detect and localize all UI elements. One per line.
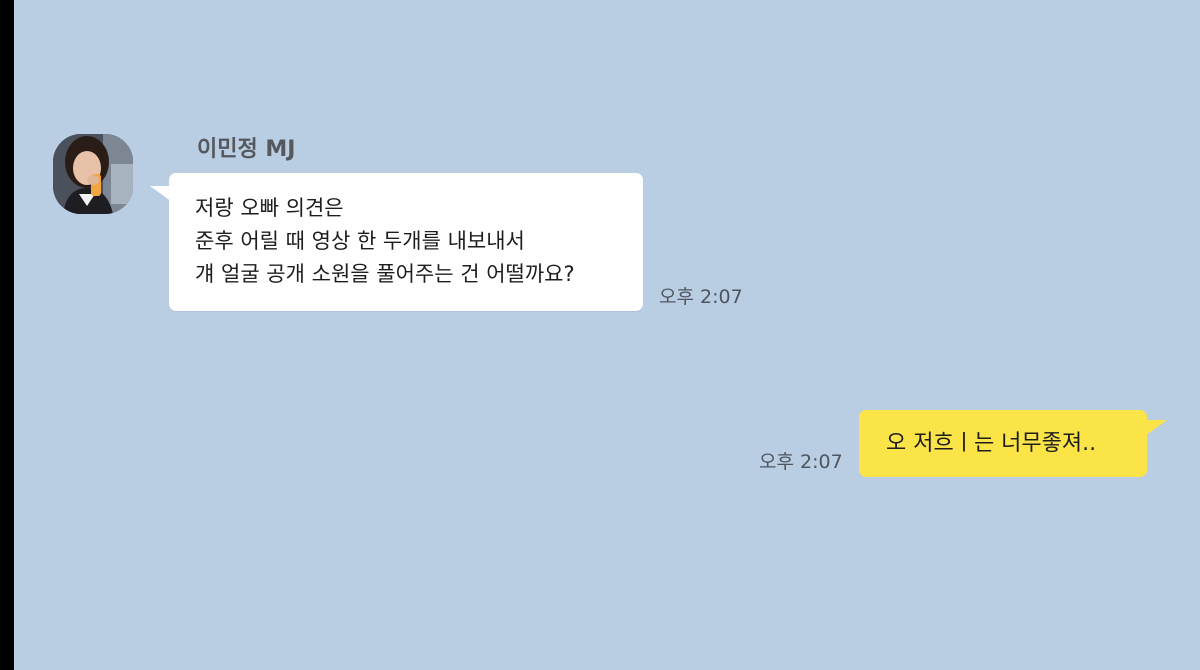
incoming-message-line: 저랑 오빠 의견은 [195, 196, 344, 220]
outgoing-message-time: 오후 2:07 [759, 451, 843, 473]
incoming-message-line: 준후 어릴 때 영상 한 두개를 내보내서 [195, 229, 525, 253]
incoming-message-time: 오후 2:07 [659, 286, 743, 308]
left-edge-bar [0, 0, 14, 670]
profile-photo-icon [53, 134, 133, 214]
sender-avatar[interactable] [53, 134, 133, 214]
outgoing-message-bubble[interactable]: 오 저흐ㅣ는 너무좋져.. [859, 410, 1147, 477]
outgoing-bubble-tail [1145, 420, 1167, 436]
incoming-message-text: 저랑 오빠 의견은 준후 어릴 때 영상 한 두개를 내보내서 걔 얼굴 공개 … [195, 192, 575, 291]
chat-area[interactable] [14, 0, 1200, 670]
incoming-message-bubble[interactable]: 저랑 오빠 의견은 준후 어릴 때 영상 한 두개를 내보내서 걔 얼굴 공개 … [169, 173, 643, 311]
incoming-message-line: 걔 얼굴 공개 소원을 풀어주는 건 어떨까요? [195, 262, 575, 286]
outgoing-message-text: 오 저흐ㅣ는 너무좋져.. [886, 431, 1097, 456]
sender-name: 이민정 MJ [197, 137, 296, 162]
